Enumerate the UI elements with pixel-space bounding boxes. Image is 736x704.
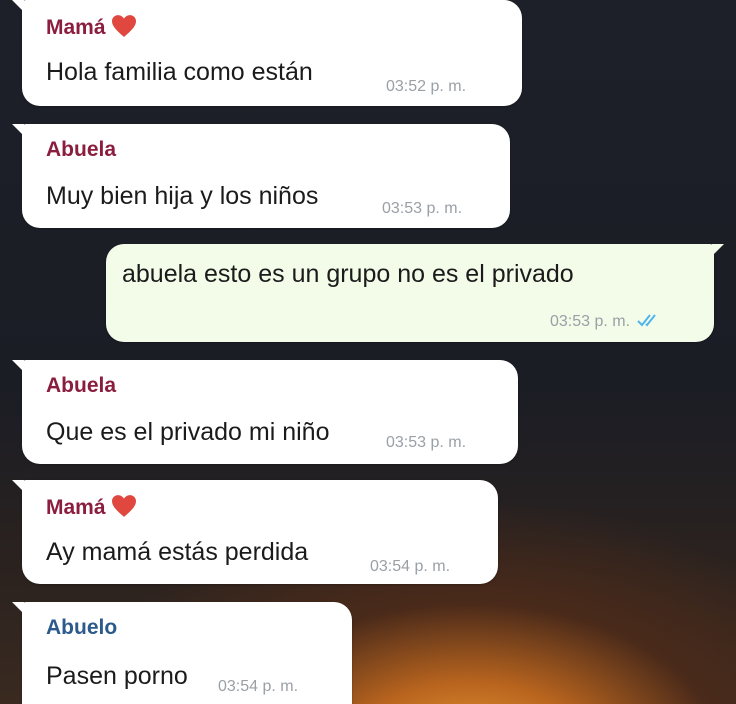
sender-name: Mamá	[46, 14, 138, 40]
message-bubble-abuelo[interactable]: Abuelo Pasen porno 03:54 p. m.	[12, 602, 352, 704]
message-bubble-mama[interactable]: Mamá Ay mamá estás perdida 03:54 p. m.	[12, 480, 498, 584]
message-text: Ay mamá estás perdida	[46, 538, 309, 566]
message-time: 03:53 p. m.	[550, 312, 662, 331]
chat-area: Mamá Hola familia como están 03:52 p. m.…	[0, 0, 736, 704]
sender-name: Abuela	[46, 374, 117, 397]
message-text: Que es el privado mi niño	[46, 418, 330, 446]
message-bubble-abuela[interactable]: Abuela Que es el privado mi niño 03:53 p…	[12, 360, 518, 464]
message-text: abuela esto es un grupo no es el privado	[122, 260, 574, 288]
message-text: Pasen porno	[46, 662, 188, 690]
message-time: 03:54 p. m.	[370, 558, 451, 575]
sender-name: Abuelo	[46, 616, 118, 639]
message-text: Hola familia como están	[46, 58, 313, 86]
message-time: 03:53 p. m.	[386, 434, 467, 451]
heart-icon	[111, 15, 136, 37]
message-bubble-abuela[interactable]: Abuela Muy bien hija y los niños 03:53 p…	[12, 124, 510, 228]
sender-name: Mamá	[46, 494, 138, 520]
message-bubble-outgoing[interactable]: abuela esto es un grupo no es el privado…	[106, 244, 724, 342]
message-text: Muy bien hija y los niños	[46, 182, 319, 210]
sender-name: Abuela	[46, 138, 117, 161]
message-time: 03:53 p. m.	[382, 200, 463, 217]
message-time: 03:54 p. m.	[218, 678, 299, 695]
double-check-icon	[637, 314, 656, 327]
message-time: 03:52 p. m.	[386, 78, 467, 95]
heart-icon	[111, 495, 136, 517]
message-bubble-mama[interactable]: Mamá Hola familia como están 03:52 p. m.	[12, 0, 522, 106]
